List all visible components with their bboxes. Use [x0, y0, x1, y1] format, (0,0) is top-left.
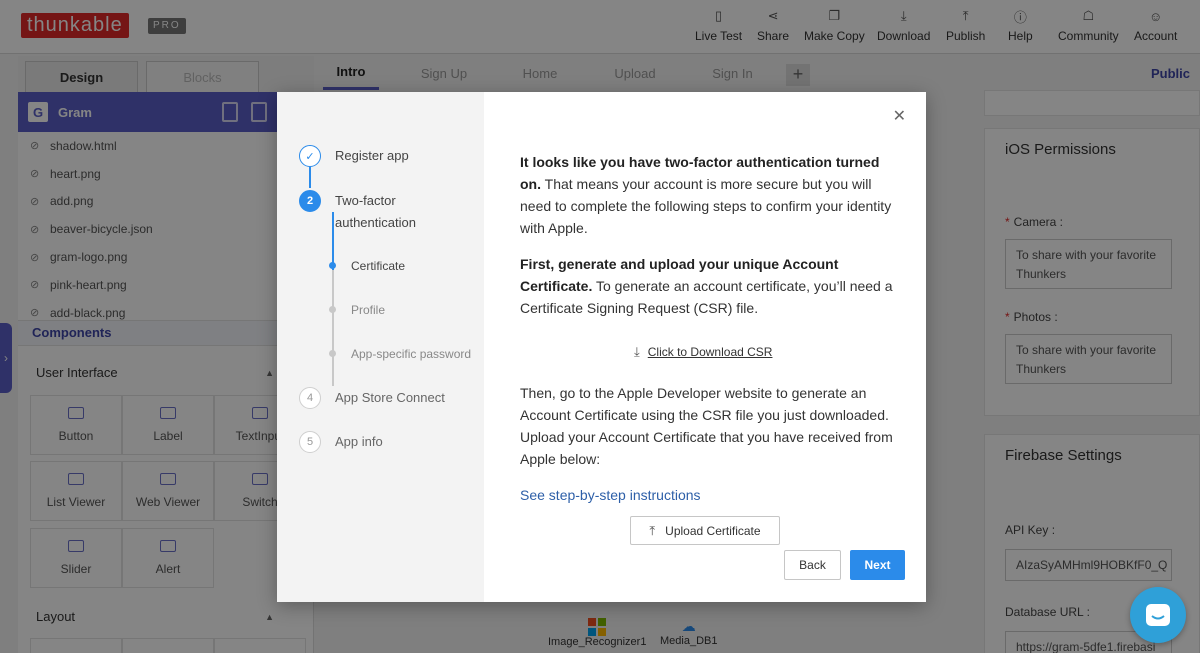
substep-profile[interactable]: Profile	[351, 302, 385, 318]
substep-certificate-dot	[329, 262, 336, 269]
chat-icon	[1146, 604, 1170, 626]
step-app-store-connect[interactable]: App Store Connect	[335, 387, 445, 409]
instructions-link[interactable]: See step-by-step instructions	[520, 487, 701, 503]
certificate-paragraph: First, generate and upload your unique A…	[520, 256, 893, 316]
close-icon[interactable]: ✕	[893, 106, 906, 126]
substep-app-specific-password[interactable]: App-specific password	[351, 346, 471, 362]
step-4-indicator: 4	[299, 387, 321, 409]
chat-support-button[interactable]	[1130, 587, 1186, 643]
substep-password-dot	[329, 350, 336, 357]
step-connector	[309, 167, 311, 188]
upload-certificate-button[interactable]: ⤒ Upload Certificate	[630, 516, 780, 545]
next-button[interactable]: Next	[850, 550, 905, 580]
step-2-indicator: 2	[299, 190, 321, 212]
step-app-info[interactable]: App info	[335, 431, 383, 453]
download-icon: ⤓	[634, 344, 640, 359]
upload-icon: ⤒	[649, 522, 656, 538]
step-two-factor[interactable]: Two-factor authentication	[335, 190, 455, 234]
download-csr-link[interactable]: ⤓ Click to Download CSR	[634, 344, 772, 360]
publish-steps-sidebar: ✓ Register app 2 Two-factor authenticati…	[277, 92, 484, 602]
two-factor-dialog: ✓ Register app 2 Two-factor authenticati…	[277, 92, 926, 602]
check-icon: ✓	[305, 150, 315, 163]
step-1-indicator: ✓	[299, 145, 321, 167]
substep-profile-dot	[329, 306, 336, 313]
step-register-app[interactable]: Register app	[335, 145, 409, 167]
back-button[interactable]: Back	[784, 550, 841, 580]
apple-developer-paragraph: Then, go to the Apple Developer website …	[520, 385, 893, 467]
substep-certificate[interactable]: Certificate	[351, 258, 405, 274]
dialog-content: ✕ It looks like you have two-factor auth…	[484, 92, 926, 602]
step-5-indicator: 5	[299, 431, 321, 453]
intro-paragraph: It looks like you have two-factor authen…	[520, 154, 892, 236]
